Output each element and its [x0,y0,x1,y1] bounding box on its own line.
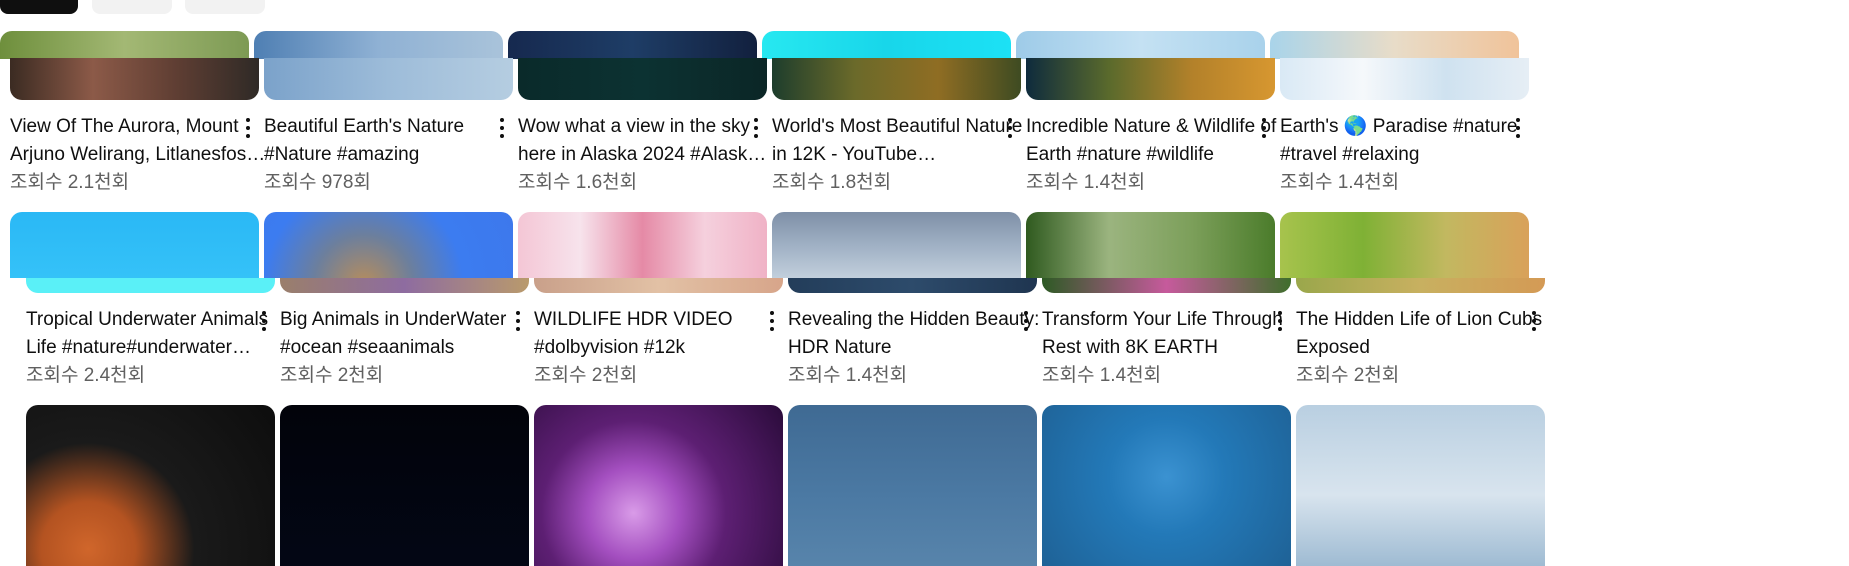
video-title[interactable]: View Of The Aurora, Mount Arjuno Weliran… [10,113,275,169]
video-thumbnail-preview[interactable] [1280,212,1529,278]
video-thumbnail[interactable] [1296,278,1545,293]
video-thumbnail[interactable] [26,278,275,293]
video-thumbnail[interactable] [264,58,513,100]
video-title[interactable]: The Hidden Life of Lion Cubs Exposed [1296,306,1561,362]
more-options-icon[interactable] [1270,306,1290,336]
video-thumbnail[interactable] [772,58,1021,100]
video-card-info: View Of The Aurora, Mount Arjuno Weliran… [10,113,265,197]
video-thumbnail[interactable] [1280,58,1529,100]
video-card-info: Transform Your Life Through Rest with 8K… [1042,306,1290,390]
more-options-icon[interactable] [508,306,528,336]
video-card-info: The Hidden Life of Lion Cubs Exposed 조회수… [1296,306,1544,390]
filter-chip[interactable] [185,0,265,14]
video-thumbnail[interactable] [534,405,783,566]
video-views: 조회수 2.4천회 [26,365,146,386]
video-thumbnail-preview[interactable] [762,31,1011,59]
video-thumbnail[interactable] [788,405,1037,566]
video-thumbnail[interactable] [788,278,1037,293]
video-title[interactable]: WILDLIFE HDR VIDEO #dolbyvision #12k [534,306,799,362]
video-card-info: Wow what a view in the sky here in Alask… [518,113,766,197]
video-thumbnail-preview[interactable] [264,212,513,278]
video-thumbnail[interactable] [534,278,783,293]
video-title[interactable]: Wow what a view in the sky here in Alask… [518,113,783,169]
video-thumbnail-preview[interactable] [10,212,259,278]
video-views: 조회수 1.4천회 [1042,365,1162,386]
video-card-info: Incredible Nature & Wildlife of Earth #n… [1026,113,1276,197]
video-views: 조회수 1.4천회 [1026,172,1146,193]
more-options-icon[interactable] [238,113,258,143]
video-thumbnail-preview[interactable] [254,31,503,59]
more-options-icon[interactable] [1508,113,1528,143]
video-thumbnail[interactable] [280,278,529,293]
more-options-icon[interactable] [746,113,766,143]
video-thumbnail-preview[interactable] [1016,31,1265,59]
video-views: 조회수 978회 [264,172,371,193]
video-card-info: Earth's 🌎 Paradise #nature #travel #rela… [1280,113,1528,197]
video-card-info: Tropical Underwater Animals Life #nature… [26,306,274,390]
more-options-icon[interactable] [492,113,512,143]
video-card-info: Beautiful Earth's Nature #Nature #amazin… [264,113,512,197]
video-views: 조회수 2천회 [534,365,638,386]
video-views: 조회수 2.1천회 [10,172,130,193]
video-thumbnail-preview[interactable] [772,212,1021,278]
video-title[interactable]: Transform Your Life Through Rest with 8K… [1042,306,1307,362]
more-options-icon[interactable] [1524,306,1544,336]
video-title[interactable]: Earth's 🌎 Paradise #nature #travel #rela… [1280,113,1545,169]
video-title[interactable]: Big Animals in UnderWater #ocean #seaani… [280,306,545,362]
video-title[interactable]: Beautiful Earth's Nature #Nature #amazin… [264,113,529,169]
video-thumbnail[interactable] [280,405,529,566]
video-grid-viewport: View Of The Aurora, Mount Arjuno Weliran… [0,0,1849,566]
video-thumbnail[interactable] [1026,58,1275,100]
video-views: 조회수 1.8천회 [772,172,892,193]
video-thumbnail-preview[interactable] [518,212,767,278]
more-options-icon[interactable] [1016,306,1036,336]
filter-chip-active[interactable] [0,0,78,14]
video-views: 조회수 1.4천회 [1280,172,1400,193]
video-card-info: Big Animals in UnderWater #ocean #seaani… [280,306,528,390]
video-thumbnail-preview[interactable] [508,31,757,59]
more-options-icon[interactable] [1000,113,1020,143]
video-card-info: WILDLIFE HDR VIDEO #dolbyvision #12k 조회수… [534,306,782,390]
video-views: 조회수 1.4천회 [788,365,908,386]
video-thumbnail[interactable] [1042,278,1291,293]
filter-chip[interactable] [92,0,172,14]
video-thumbnail[interactable] [518,58,767,100]
video-title[interactable]: Tropical Underwater Animals Life #nature… [26,306,291,362]
video-views: 조회수 2천회 [1296,365,1400,386]
video-card-info: Revealing the Hidden Beauty: HDR Nature … [788,306,1039,390]
video-title[interactable]: Revealing the Hidden Beauty: HDR Nature [788,306,1053,362]
video-views: 조회수 1.6천회 [518,172,638,193]
video-card-info: World's Most Beautiful Nature in 12K - Y… [772,113,1022,197]
video-thumbnail-preview[interactable] [1026,212,1275,278]
video-title[interactable]: World's Most Beautiful Nature in 12K - Y… [772,113,1037,169]
more-options-icon[interactable] [1254,113,1274,143]
more-options-icon[interactable] [762,306,782,336]
video-thumbnail[interactable] [1296,405,1545,566]
video-title[interactable]: Incredible Nature & Wildlife of Earth #n… [1026,113,1291,169]
video-thumbnail-preview[interactable] [0,31,249,59]
video-thumbnail-preview[interactable] [1270,31,1519,59]
video-views: 조회수 2천회 [280,365,384,386]
video-thumbnail[interactable] [26,405,275,566]
more-options-icon[interactable] [254,306,274,336]
video-thumbnail[interactable] [10,58,259,100]
video-thumbnail[interactable] [1042,405,1291,566]
